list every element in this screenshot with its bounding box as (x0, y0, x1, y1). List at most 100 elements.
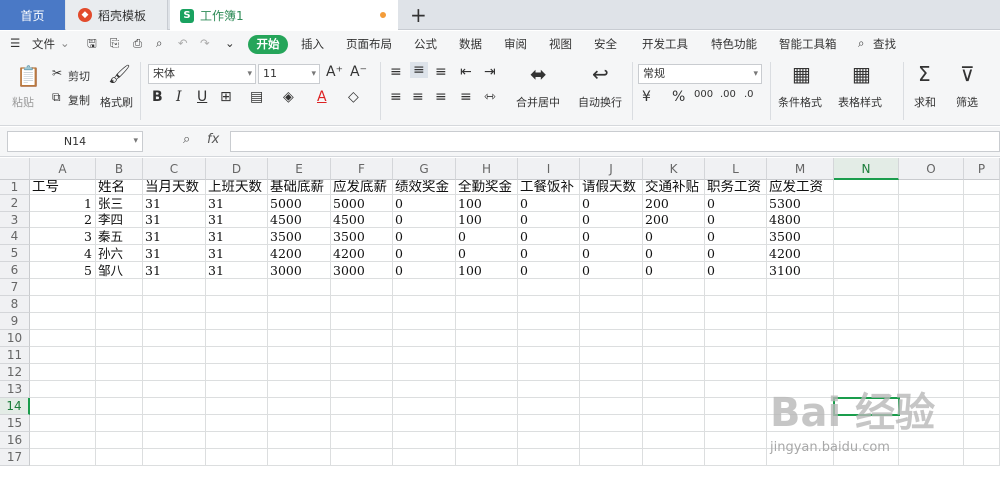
undo-icon[interactable]: ↶ (178, 36, 188, 50)
table-cell[interactable]: 0 (705, 262, 767, 279)
header-cell[interactable]: 全勤奖金 (456, 180, 518, 195)
table-cell[interactable]: 4 (30, 245, 96, 262)
empty-cell[interactable] (705, 330, 767, 347)
empty-cell[interactable] (580, 432, 643, 449)
empty-cell[interactable] (331, 313, 393, 330)
tab-template[interactable]: ◆ 稻壳模板 (66, 0, 168, 30)
empty-cell[interactable] (518, 347, 580, 364)
row-header-7[interactable]: 7 (0, 279, 30, 296)
header-cell[interactable]: 工号 (30, 180, 96, 195)
table-cell[interactable]: 31 (143, 228, 206, 245)
empty-cell[interactable] (643, 364, 705, 381)
font-color-icon[interactable]: A (317, 89, 327, 105)
column-header-i[interactable]: I (518, 158, 580, 180)
empty-cell[interactable] (456, 398, 518, 415)
empty-cell[interactable] (143, 398, 206, 415)
empty-cell[interactable] (206, 449, 268, 466)
table-cell[interactable]: 200 (643, 195, 705, 212)
empty-cell[interactable] (964, 381, 1000, 398)
table-cell[interactable]: 31 (143, 262, 206, 279)
empty-cell[interactable] (96, 364, 143, 381)
empty-cell[interactable] (30, 330, 96, 347)
empty-cell[interactable] (393, 432, 456, 449)
table-style-button[interactable]: 表格样式 (838, 94, 882, 110)
header-cell[interactable]: 应发底薪 (331, 180, 393, 195)
empty-cell[interactable] (268, 381, 331, 398)
thousands-icon[interactable]: 000 (694, 89, 713, 100)
empty-cell[interactable] (580, 296, 643, 313)
paste-button[interactable]: 粘贴 (12, 94, 34, 110)
empty-cell[interactable] (705, 398, 767, 415)
empty-cell[interactable] (331, 347, 393, 364)
empty-cell[interactable] (143, 313, 206, 330)
empty-cell[interactable] (705, 432, 767, 449)
table-cell[interactable]: 31 (206, 262, 268, 279)
empty-cell[interactable] (964, 195, 1000, 212)
header-cell[interactable]: 姓名 (96, 180, 143, 195)
empty-cell[interactable] (456, 432, 518, 449)
empty-cell[interactable] (705, 415, 767, 432)
empty-cell[interactable] (268, 347, 331, 364)
empty-cell[interactable] (899, 330, 964, 347)
empty-cell[interactable] (767, 347, 834, 364)
preview-icon[interactable]: ⌕ (156, 36, 162, 51)
column-header-a[interactable]: A (30, 158, 96, 180)
tab-home[interactable]: 首页 (0, 0, 65, 30)
decrease-decimal-icon[interactable]: .0 (744, 89, 754, 100)
empty-cell[interactable] (580, 313, 643, 330)
table-cell[interactable]: 4200 (767, 245, 834, 262)
empty-cell[interactable] (705, 313, 767, 330)
empty-cell[interactable] (899, 347, 964, 364)
empty-cell[interactable] (964, 347, 1000, 364)
empty-cell[interactable] (331, 415, 393, 432)
empty-cell[interactable] (834, 313, 899, 330)
empty-cell[interactable] (206, 398, 268, 415)
table-cell[interactable]: 0 (456, 228, 518, 245)
menu-start[interactable]: 开始 (248, 35, 288, 54)
empty-cell[interactable] (456, 279, 518, 296)
table-cell[interactable]: 4200 (331, 245, 393, 262)
copy-button[interactable]: 复制 (68, 92, 90, 108)
row-header-10[interactable]: 10 (0, 330, 30, 347)
empty-cell[interactable] (143, 330, 206, 347)
empty-cell[interactable] (393, 279, 456, 296)
empty-cell[interactable] (899, 279, 964, 296)
paste-icon[interactable]: 📋 (16, 64, 41, 88)
empty-cell[interactable] (580, 381, 643, 398)
empty-cell[interactable] (268, 432, 331, 449)
empty-cell[interactable] (268, 279, 331, 296)
print-icon[interactable]: ⎙ (133, 36, 142, 51)
empty-cell[interactable] (580, 364, 643, 381)
empty-cell[interactable] (30, 313, 96, 330)
empty-cell[interactable] (96, 330, 143, 347)
table-cell[interactable]: 0 (580, 262, 643, 279)
table-cell[interactable]: 0 (705, 195, 767, 212)
empty-cell[interactable] (393, 296, 456, 313)
empty-cell[interactable] (331, 330, 393, 347)
empty-cell[interactable] (834, 330, 899, 347)
empty-cell[interactable] (393, 364, 456, 381)
menu-formula[interactable]: 公式 (414, 36, 437, 52)
align-middle-icon[interactable]: ≡ (410, 62, 428, 78)
table-cell[interactable]: 0 (393, 228, 456, 245)
table-cell[interactable]: 3000 (268, 262, 331, 279)
row-header-11[interactable]: 11 (0, 347, 30, 364)
underline-icon[interactable]: U (197, 89, 207, 105)
row-header-13[interactable]: 13 (0, 381, 30, 398)
border-icon[interactable]: ⊞ (220, 89, 232, 105)
table-cell[interactable]: 4200 (268, 245, 331, 262)
table-cell[interactable]: 0 (393, 195, 456, 212)
column-header-c[interactable]: C (143, 158, 206, 180)
empty-cell[interactable] (206, 330, 268, 347)
empty-cell[interactable] (96, 279, 143, 296)
empty-cell[interactable] (393, 381, 456, 398)
empty-cell[interactable] (96, 381, 143, 398)
menu-review[interactable]: 审阅 (504, 36, 527, 52)
empty-cell[interactable] (899, 296, 964, 313)
empty-cell[interactable] (268, 330, 331, 347)
menu-security[interactable]: 安全 (594, 36, 617, 52)
empty-cell[interactable] (964, 398, 1000, 415)
empty-cell[interactable] (899, 180, 964, 195)
row-header-17[interactable]: 17 (0, 449, 30, 466)
empty-cell[interactable] (643, 381, 705, 398)
